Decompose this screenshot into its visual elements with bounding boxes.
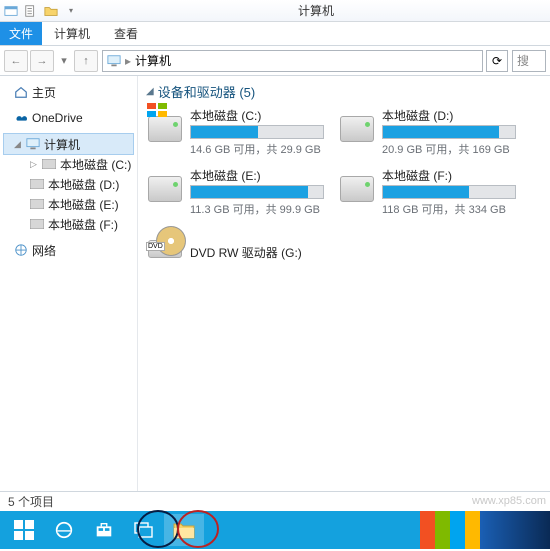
sidebar-drive-f-label: 本地磁盘 (F:): [48, 216, 118, 233]
drive-icon: [30, 217, 44, 231]
optical-drive-item[interactable]: DVD DVD RW 驱动器 (G:): [146, 227, 324, 277]
drive-icon: [30, 197, 44, 211]
home-icon: [14, 85, 28, 99]
network-icon: [14, 243, 28, 257]
usage-bar: [190, 125, 324, 139]
nav-back-button[interactable]: ←: [4, 50, 28, 72]
address-location: 计算机: [135, 52, 171, 69]
color-grid-icon: [420, 511, 480, 549]
sidebar-item-home[interactable]: 主页: [4, 82, 133, 102]
annotation-circle: [136, 509, 236, 551]
drive-name: 本地磁盘 (C:): [190, 107, 324, 123]
usage-bar: [382, 125, 516, 139]
ribbon-tab-computer[interactable]: 计算机: [42, 22, 102, 45]
address-bar[interactable]: ▸ 计算机: [102, 50, 483, 72]
sidebar-item-drive-d[interactable]: 本地磁盘 (D:): [4, 174, 133, 194]
hdd-icon: [338, 167, 376, 211]
collapse-section-icon[interactable]: ◢: [146, 86, 154, 97]
watermark: www.xp85.com: [472, 495, 546, 507]
drive-free-text: 118 GB 可用，共 334 GB: [382, 201, 516, 217]
taskbar-store-button[interactable]: [84, 514, 124, 546]
ribbon-file-tab[interactable]: 文件: [0, 22, 42, 45]
collapse-icon[interactable]: ◢: [14, 139, 22, 150]
start-button[interactable]: [4, 514, 44, 546]
status-item-count: 5 个项目: [8, 493, 54, 510]
drive-free-text: 11.3 GB 可用，共 99.9 GB: [190, 201, 324, 217]
breadcrumb-sep-icon: ▸: [125, 54, 131, 68]
sidebar-home-label: 主页: [32, 84, 56, 101]
nav-forward-button[interactable]: →: [30, 50, 54, 72]
sidebar-computer-label: 计算机: [44, 136, 80, 153]
sidebar-item-drive-e[interactable]: 本地磁盘 (E:): [4, 194, 133, 214]
sidebar-item-computer[interactable]: ◢ 计算机: [4, 134, 133, 154]
dvd-icon: DVD: [146, 227, 184, 271]
search-input[interactable]: 搜: [512, 50, 546, 72]
sidebar-item-drive-c[interactable]: ▷ 本地磁盘 (C:): [4, 154, 133, 174]
drive-item[interactable]: 本地磁盘 (D:) 20.9 GB 可用，共 169 GB: [338, 107, 516, 157]
ribbon-tab-view[interactable]: 查看: [102, 22, 150, 45]
sidebar-network-label: 网络: [32, 242, 56, 259]
hdd-icon: [146, 107, 184, 151]
refresh-button[interactable]: ⟳: [486, 50, 508, 72]
drive-icon: [30, 177, 44, 191]
section-devices-label: 设备和驱动器 (5): [158, 82, 256, 101]
taskbar-right-overlay: [420, 511, 550, 549]
qat-newfolder-icon[interactable]: [44, 4, 58, 18]
hdd-icon: [146, 167, 184, 211]
drive-item[interactable]: 本地磁盘 (F:) 118 GB 可用，共 334 GB: [338, 167, 516, 217]
drive-name: 本地磁盘 (F:): [382, 167, 516, 183]
drive-name: 本地磁盘 (D:): [382, 107, 516, 123]
computer-icon: [26, 137, 40, 151]
window-title: 计算机: [86, 2, 546, 19]
computer-icon: [107, 54, 121, 68]
system-menu-icon[interactable]: [4, 4, 18, 18]
nav-history-dropdown[interactable]: ▾: [56, 50, 72, 72]
drive-item[interactable]: 本地磁盘 (E:) 11.3 GB 可用，共 99.9 GB: [146, 167, 324, 217]
drive-item[interactable]: 本地磁盘 (C:) 14.6 GB 可用，共 29.9 GB: [146, 107, 324, 157]
titlebar: ▾ 计算机: [0, 0, 550, 22]
drive-name: 本地磁盘 (E:): [190, 167, 324, 183]
sidebar-item-drive-f[interactable]: 本地磁盘 (F:): [4, 214, 133, 234]
sidebar-item-network[interactable]: 网络: [4, 240, 133, 260]
sidebar-item-onedrive[interactable]: OneDrive: [4, 108, 133, 128]
ribbon: 文件 计算机 查看: [0, 22, 550, 46]
sidebar-drive-e-label: 本地磁盘 (E:): [48, 196, 119, 213]
sidebar-drive-c-label: 本地磁盘 (C:): [60, 156, 131, 173]
taskbar: [0, 511, 550, 549]
nav-up-button[interactable]: ↑: [74, 50, 98, 72]
usage-bar: [382, 185, 516, 199]
drive-free-text: 20.9 GB 可用，共 169 GB: [382, 141, 516, 157]
qat-properties-icon[interactable]: [24, 4, 38, 18]
taskbar-ie-button[interactable]: [44, 514, 84, 546]
sidebar-onedrive-label: OneDrive: [32, 111, 83, 125]
refresh-icon: ⟳: [492, 54, 502, 68]
drive-free-text: 14.6 GB 可用，共 29.9 GB: [190, 141, 324, 157]
section-devices-header[interactable]: ◢ 设备和驱动器 (5): [146, 82, 542, 101]
content-pane: ◢ 设备和驱动器 (5) 本地磁盘 (C:) 14.6 GB 可用，共 29.9…: [138, 76, 550, 491]
optical-name: DVD RW 驱动器 (G:): [190, 244, 324, 261]
hdd-icon: [338, 107, 376, 151]
navbar: ← → ▾ ↑ ▸ 计算机 ⟳ 搜: [0, 46, 550, 76]
qat-dropdown-icon[interactable]: ▾: [64, 4, 78, 18]
expand-icon[interactable]: ▷: [30, 159, 38, 170]
sidebar-drive-d-label: 本地磁盘 (D:): [48, 176, 119, 193]
usage-bar: [190, 185, 324, 199]
onedrive-icon: [14, 111, 28, 125]
search-placeholder: 搜: [517, 52, 529, 69]
drive-icon: [42, 157, 56, 171]
statusbar: 5 个项目: [0, 491, 550, 511]
sidebar: 主页 OneDrive ◢ 计算机 ▷ 本地磁盘 (C:) 本地磁盘 (D:) 本…: [0, 76, 138, 491]
